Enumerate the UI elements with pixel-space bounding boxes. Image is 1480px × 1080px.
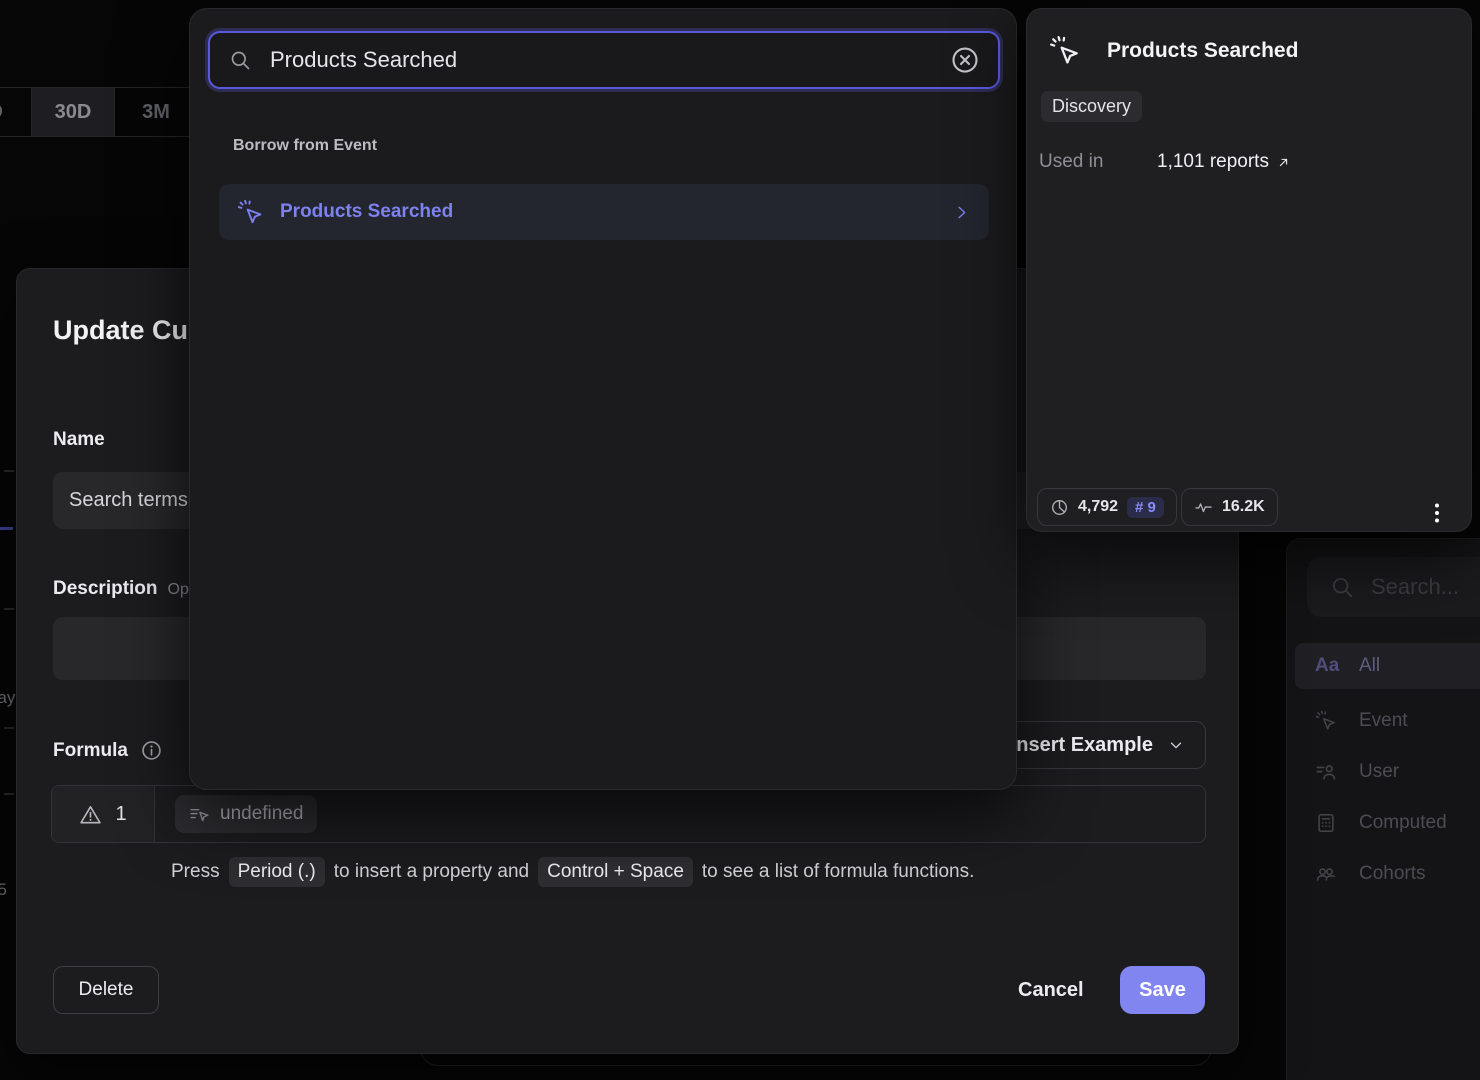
volume-value: 16.2K bbox=[1222, 498, 1265, 516]
hint-text: to see a list of formula functions. bbox=[702, 861, 974, 883]
sidebar-item-event[interactable]: Event bbox=[1295, 698, 1480, 744]
search-input[interactable] bbox=[268, 46, 934, 74]
app-screen: 7D 30D 3M day 55 Search... Aa All Event … bbox=[0, 0, 1480, 1080]
save-button[interactable]: Save bbox=[1120, 966, 1205, 1014]
sidebar-item-label: Cohorts bbox=[1359, 863, 1426, 885]
activity-icon bbox=[1194, 498, 1213, 517]
event-icon bbox=[1315, 710, 1337, 732]
event-volume-pill[interactable]: 16.2K bbox=[1181, 488, 1278, 526]
time-range-30d-button[interactable]: 30D bbox=[32, 88, 115, 136]
chart-tick bbox=[4, 727, 14, 729]
hint-text: Press bbox=[171, 861, 220, 883]
search-box[interactable] bbox=[208, 31, 1000, 89]
result-label: Products Searched bbox=[280, 201, 936, 223]
chart-axis-number-fragment: 55 bbox=[0, 880, 7, 900]
event-details-popover: Products Searched Discovery Used in 1,10… bbox=[1026, 8, 1472, 532]
sidebar-item-label: Event bbox=[1359, 710, 1408, 732]
arrow-up-right-icon bbox=[1276, 155, 1291, 170]
formula-input[interactable]: 1 undefined bbox=[51, 785, 1206, 843]
count-value: 4,792 bbox=[1078, 498, 1118, 516]
clear-search-button[interactable] bbox=[950, 45, 980, 75]
circle-x-icon bbox=[950, 45, 980, 75]
warning-icon bbox=[79, 803, 102, 826]
chart-line-fragment bbox=[0, 527, 13, 530]
info-icon bbox=[140, 739, 163, 762]
description-label: Description bbox=[53, 578, 158, 600]
time-range-segmented-control: 7D 30D 3M bbox=[0, 87, 198, 137]
formula-info-button[interactable] bbox=[140, 739, 163, 762]
insert-example-label: Insert Example bbox=[1011, 734, 1153, 757]
cohorts-icon bbox=[1315, 863, 1337, 885]
user-icon bbox=[1315, 761, 1337, 783]
rank-badge: # 9 bbox=[1127, 497, 1164, 518]
formula-error-counter: 1 bbox=[52, 786, 155, 842]
used-in-value: 1,101 reports bbox=[1157, 151, 1269, 173]
event-icon bbox=[237, 199, 264, 226]
formula-property-chip[interactable]: undefined bbox=[175, 795, 317, 833]
time-range-3m-button[interactable]: 3M bbox=[115, 88, 198, 136]
more-options-button[interactable] bbox=[1425, 498, 1449, 528]
sidebar-item-label: Computed bbox=[1359, 812, 1447, 834]
chart-tick bbox=[4, 470, 14, 472]
time-range-7d-button[interactable]: 7D bbox=[0, 88, 32, 136]
hint-text: to insert a property and bbox=[334, 861, 529, 883]
category-badge: Discovery bbox=[1041, 91, 1142, 122]
event-icon bbox=[1049, 35, 1081, 67]
text-format-icon: Aa bbox=[1315, 655, 1337, 677]
sidebar-item-computed[interactable]: Computed bbox=[1295, 800, 1480, 846]
name-label: Name bbox=[53, 429, 105, 451]
formula-label: Formula bbox=[53, 740, 128, 762]
formula-chip-label: undefined bbox=[220, 803, 303, 825]
formula-hint: Press Period (.) to insert a property an… bbox=[171, 857, 974, 887]
search-result-products-searched[interactable]: Products Searched bbox=[219, 184, 989, 240]
sidebar-search-input[interactable]: Search... bbox=[1307, 557, 1480, 617]
sidebar-item-label: User bbox=[1359, 761, 1399, 783]
search-icon bbox=[1329, 574, 1355, 600]
popover-title: Products Searched bbox=[1107, 39, 1298, 63]
used-in-reports-link[interactable]: 1,101 reports bbox=[1157, 151, 1291, 173]
insert-example-button[interactable]: Insert Example bbox=[990, 721, 1206, 769]
cancel-button[interactable]: Cancel bbox=[1002, 966, 1100, 1014]
property-search-modal: Borrow from Event Products Searched bbox=[189, 8, 1017, 790]
property-type-sidebar: Search... Aa All Event User Computed Coh… bbox=[1286, 538, 1480, 1080]
property-list-cursor-icon bbox=[189, 804, 210, 825]
chart-axis-label-fragment: day bbox=[0, 688, 15, 708]
chart-tick bbox=[4, 608, 14, 610]
used-in-label: Used in bbox=[1039, 151, 1157, 173]
calculator-icon bbox=[1315, 812, 1337, 834]
sidebar-item-label: All bbox=[1359, 655, 1380, 677]
kbd-period: Period (.) bbox=[229, 857, 325, 887]
borrow-from-event-section-label: Borrow from Event bbox=[233, 137, 377, 155]
delete-button[interactable]: Delete bbox=[53, 966, 159, 1014]
kbd-control-space: Control + Space bbox=[538, 857, 693, 887]
kebab-menu-icon bbox=[1425, 498, 1449, 528]
chart-tick bbox=[4, 793, 14, 795]
pie-chart-icon bbox=[1050, 498, 1069, 517]
sidebar-item-cohorts[interactable]: Cohorts bbox=[1295, 851, 1480, 897]
event-count-pill[interactable]: 4,792 # 9 bbox=[1037, 488, 1177, 526]
sidebar-item-user[interactable]: User bbox=[1295, 749, 1480, 795]
search-icon bbox=[228, 48, 252, 72]
sidebar-item-all[interactable]: Aa All bbox=[1295, 643, 1480, 689]
chevron-right-icon bbox=[952, 203, 971, 222]
sidebar-search-placeholder: Search... bbox=[1371, 574, 1459, 600]
chevron-down-icon bbox=[1167, 736, 1185, 754]
error-count: 1 bbox=[115, 803, 126, 826]
